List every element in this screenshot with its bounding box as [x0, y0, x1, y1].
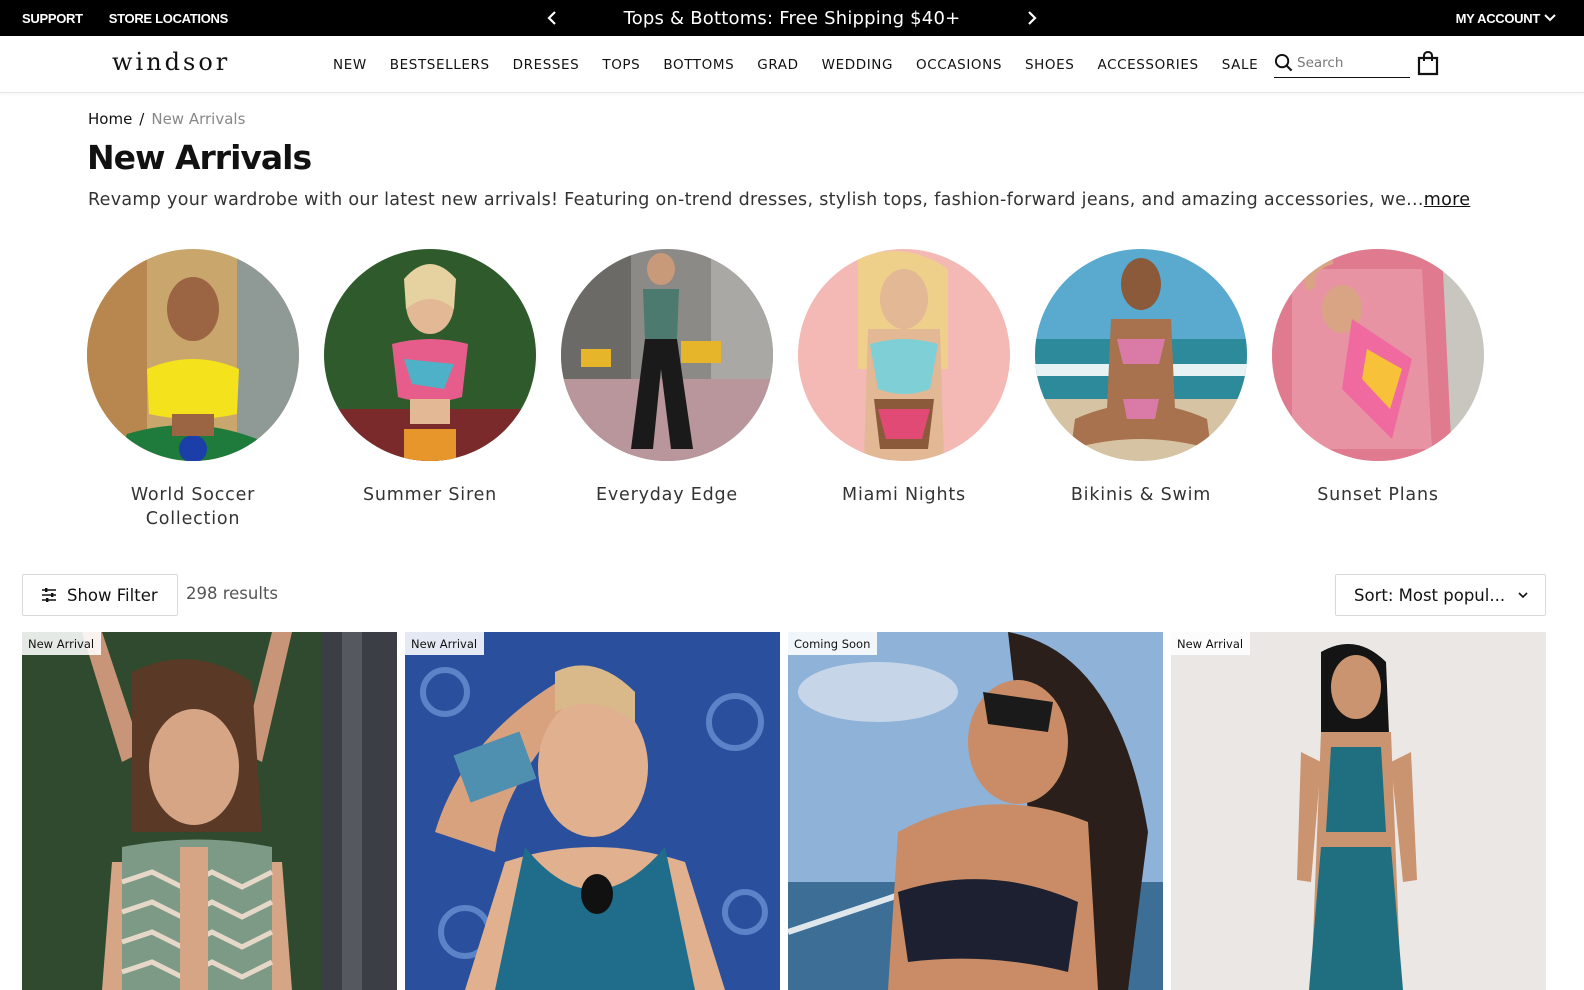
category-carousel: World Soccer Collection Summer Siren Eve…: [87, 249, 1487, 529]
product-card[interactable]: New Arrival: [405, 632, 780, 990]
product-badge: New Arrival: [405, 632, 485, 655]
search-box: [1274, 48, 1410, 78]
category-everyday-edge[interactable]: Everyday Edge: [561, 249, 773, 507]
promo-bar: SUPPORT STORE LOCATIONS Tops & Bottoms: …: [0, 0, 1584, 36]
breadcrumb-separator: /: [139, 110, 145, 128]
category-label: Bikinis & Swim: [1070, 485, 1212, 505]
product-badge: New Arrival: [1171, 632, 1251, 655]
chevron-left-icon: [547, 11, 556, 25]
sort-dropdown[interactable]: Sort: Most popul...: [1335, 574, 1546, 616]
category-world-soccer[interactable]: World Soccer Collection: [87, 249, 299, 531]
category-image: [87, 249, 299, 461]
promo-text[interactable]: Tops & Bottoms: Free Shipping $40+: [624, 8, 961, 29]
category-image: [324, 249, 536, 461]
support-link[interactable]: SUPPORT: [22, 11, 83, 26]
promo-carousel: Tops & Bottoms: Free Shipping $40+: [540, 0, 1044, 36]
nav-grad[interactable]: GRAD: [757, 57, 798, 73]
page-description: Revamp your wardrobe with our latest new…: [88, 190, 1508, 210]
show-filter-button[interactable]: Show Filter: [22, 574, 178, 616]
chevron-down-icon: [1518, 592, 1528, 599]
nav-tops[interactable]: TOPS: [602, 57, 640, 73]
chevron-down-icon: [1544, 14, 1556, 22]
breadcrumb-current: New Arrivals: [151, 110, 246, 128]
description-text: Revamp your wardrobe with our latest new…: [88, 190, 1424, 210]
category-label: Everyday Edge: [596, 485, 738, 505]
nav-new[interactable]: NEW: [333, 57, 367, 73]
promo-prev-button[interactable]: [540, 0, 564, 36]
breadcrumb: Home / New Arrivals: [88, 110, 245, 128]
product-grid: New Arrival New Arrival Coming Soon New …: [22, 632, 1546, 990]
nav-sale[interactable]: SALE: [1222, 57, 1259, 73]
product-badge: New Arrival: [22, 632, 102, 655]
product-card[interactable]: Coming Soon: [788, 632, 1163, 990]
utility-links: SUPPORT STORE LOCATIONS: [22, 0, 228, 36]
show-filter-label: Show Filter: [67, 585, 158, 605]
category-image: [1035, 249, 1247, 461]
category-label: Sunset Plans: [1317, 485, 1439, 505]
category-label: Summer Siren: [362, 485, 498, 505]
promo-next-button[interactable]: [1020, 0, 1044, 36]
category-image: [1272, 249, 1484, 461]
category-label: Miami Nights: [842, 485, 966, 505]
chevron-right-icon: [1028, 11, 1037, 25]
page-title: New Arrivals: [87, 138, 312, 177]
category-image: [561, 249, 773, 461]
product-image: [405, 632, 780, 990]
nav-dresses[interactable]: DRESSES: [513, 57, 580, 73]
category-summer-siren[interactable]: Summer Siren: [324, 249, 536, 507]
more-link[interactable]: more: [1424, 190, 1471, 210]
shopping-bag-icon[interactable]: [1416, 50, 1440, 76]
category-image: [798, 249, 1010, 461]
results-count: 298 results: [186, 584, 279, 603]
nav-accessories[interactable]: ACCESSORIES: [1097, 57, 1198, 73]
windsor-logo[interactable]: windsor: [112, 48, 230, 76]
category-miami-nights[interactable]: Miami Nights: [798, 249, 1010, 507]
nav-bottoms[interactable]: BOTTOMS: [663, 57, 734, 73]
nav-wedding[interactable]: WEDDING: [822, 57, 893, 73]
store-locations-link[interactable]: STORE LOCATIONS: [109, 11, 229, 26]
category-sunset-plans[interactable]: Sunset Plans: [1272, 249, 1484, 507]
search-icon[interactable]: [1272, 52, 1294, 74]
product-image: [22, 632, 397, 990]
product-card[interactable]: New Arrival: [1171, 632, 1546, 990]
product-image: [788, 632, 1163, 990]
nav-bestsellers[interactable]: BESTSELLERS: [390, 57, 490, 73]
my-account-menu[interactable]: MY ACCOUNT: [1456, 0, 1556, 36]
main-nav: NEW BESTSELLERS DRESSES TOPS BOTTOMS GRA…: [333, 36, 1281, 93]
site-header: windsor NEW BESTSELLERS DRESSES TOPS BOT…: [0, 36, 1584, 93]
nav-occasions[interactable]: OCCASIONS: [916, 57, 1002, 73]
product-card[interactable]: New Arrival: [22, 632, 397, 990]
category-bikinis-swim[interactable]: Bikinis & Swim: [1035, 249, 1247, 507]
sort-label: Sort: Most popul...: [1354, 585, 1506, 605]
category-label: World Soccer Collection: [130, 485, 256, 529]
filter-sliders-icon: [42, 588, 56, 602]
search-input[interactable]: [1297, 54, 1405, 71]
product-badge: Coming Soon: [788, 632, 878, 655]
my-account-label: MY ACCOUNT: [1455, 10, 1541, 26]
nav-shoes[interactable]: SHOES: [1025, 57, 1074, 73]
product-image: [1171, 632, 1546, 990]
breadcrumb-home[interactable]: Home: [88, 110, 132, 128]
